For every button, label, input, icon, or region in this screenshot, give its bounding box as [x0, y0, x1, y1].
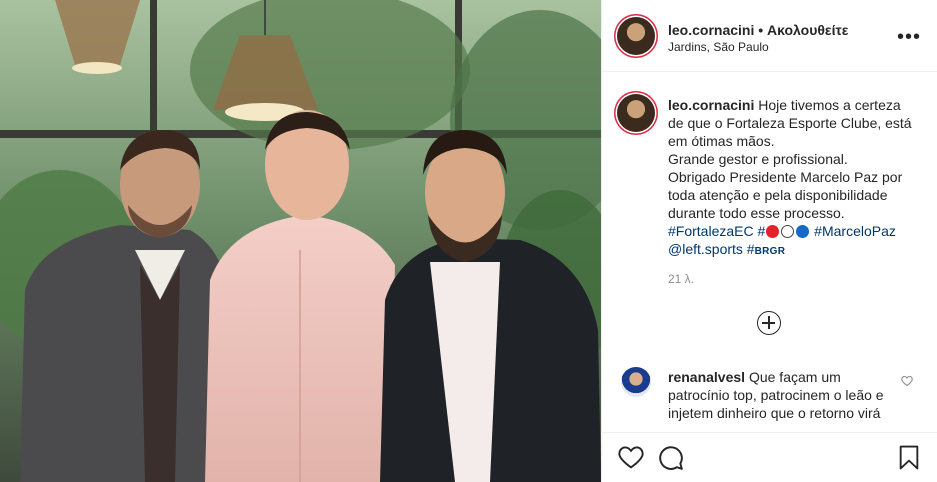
- comment-text: renanalvesl Que façam um patrocínio top,…: [668, 368, 896, 422]
- caption-body: Hoje tivemos a certeza de que o Fortalez…: [668, 97, 912, 221]
- bookmark-icon[interactable]: [898, 445, 920, 470]
- red-circle-icon: [766, 225, 780, 238]
- post-photo[interactable]: [0, 0, 601, 482]
- following-button[interactable]: Ακολουθείτε: [767, 22, 848, 38]
- blue-circle-icon: [796, 225, 810, 238]
- plus-circle-icon[interactable]: [757, 311, 781, 335]
- separator-dot: •: [758, 22, 764, 38]
- hashtag-fortalezaec[interactable]: #FortalezaEC: [668, 223, 754, 239]
- hashtag-emoji[interactable]: #: [757, 223, 810, 239]
- caption-author[interactable]: leo.cornacini: [668, 97, 754, 113]
- author-username[interactable]: leo.cornacini: [668, 22, 754, 38]
- comment-like-heart-icon[interactable]: [901, 375, 913, 387]
- white-circle-icon: [781, 225, 795, 238]
- caption-text: leo.cornacini Hoje tivemos a certeza de …: [668, 96, 920, 261]
- post-header: leo.cornacini • Ακολουθείτε Jardins, São…: [602, 0, 937, 72]
- comment-item: renanalvesl Que façam um patrocínio top,…: [617, 367, 927, 429]
- header-line: leo.cornacini • Ακολουθείτε: [668, 22, 848, 38]
- caption-age: 21 λ.: [668, 272, 695, 286]
- comment-author[interactable]: renanalvesl: [668, 369, 745, 385]
- hashtag-marcelopaz[interactable]: #MarceloPaz: [814, 223, 896, 239]
- hashtag-brgr-label: BRGR: [754, 246, 786, 257]
- hashtag-brgr[interactable]: #BRGR: [747, 241, 785, 257]
- hashtag-brgr-prefix: #: [746, 241, 755, 257]
- author-avatar[interactable]: [617, 17, 655, 55]
- action-bar: [602, 432, 937, 482]
- comment-bubble-icon[interactable]: [658, 445, 684, 471]
- caption-author-avatar[interactable]: [617, 94, 655, 132]
- mention-left-sports[interactable]: @left.sports: [668, 241, 743, 257]
- commenter-avatar[interactable]: [621, 367, 651, 397]
- more-options-icon[interactable]: •••: [897, 26, 921, 49]
- post-location[interactable]: Jardins, São Paulo: [668, 40, 769, 54]
- post-panel: leo.cornacini • Ακολουθείτε Jardins, São…: [601, 0, 937, 482]
- post-image: [0, 0, 601, 482]
- heart-icon[interactable]: [618, 445, 644, 469]
- hashtag-prefix: #: [757, 223, 766, 239]
